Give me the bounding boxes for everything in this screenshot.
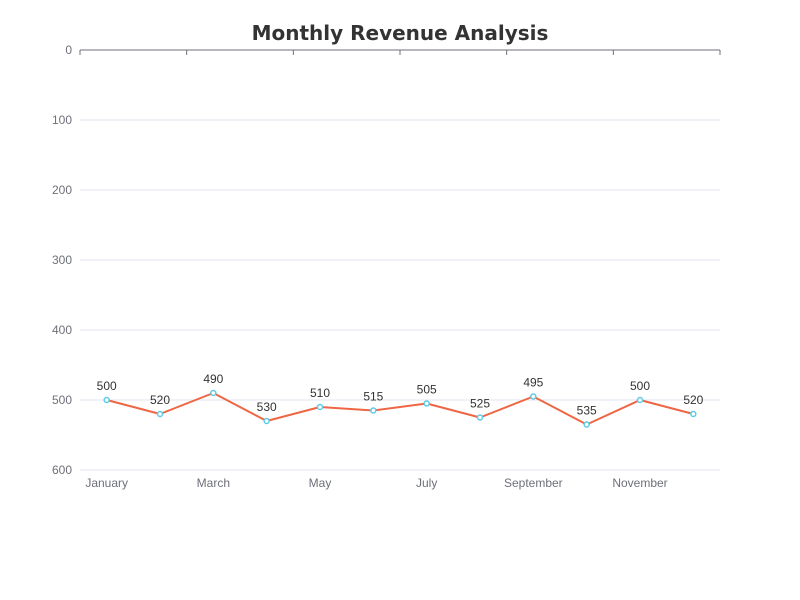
data-points xyxy=(103,389,697,428)
data-label: 495 xyxy=(523,376,543,390)
data-label: 490 xyxy=(203,372,223,386)
series-line xyxy=(106,392,694,426)
x-axis-ticks: January March May July September November xyxy=(85,476,667,490)
x-tick-label: May xyxy=(309,476,332,490)
line-chart: Monthly Revenue Analysis 0 100 200 300 400 50… xyxy=(52,21,721,490)
data-label: 520 xyxy=(150,393,170,407)
data-label: 500 xyxy=(630,379,650,393)
data-point xyxy=(476,414,484,421)
series-revenue xyxy=(106,392,694,426)
data-point xyxy=(263,417,270,425)
data-point xyxy=(583,421,590,428)
x-tick-label: March xyxy=(197,476,230,490)
y-tick-label: 100 xyxy=(52,113,72,127)
data-label: 510 xyxy=(310,386,330,400)
y-tick-label: 0 xyxy=(65,43,72,57)
x-tick-label: July xyxy=(416,476,437,490)
grid-lines xyxy=(80,119,720,471)
data-label: 505 xyxy=(417,383,437,397)
y-tick-label: 400 xyxy=(52,323,72,337)
y-tick-label: 600 xyxy=(52,463,72,477)
x-tick-label: January xyxy=(85,476,128,490)
data-label: 520 xyxy=(683,393,703,407)
data-point xyxy=(690,410,697,418)
data-point xyxy=(370,407,377,414)
data-label: 535 xyxy=(577,404,597,418)
x-tick-label: September xyxy=(504,476,563,490)
y-tick-label: 500 xyxy=(52,393,72,407)
data-label: 500 xyxy=(97,379,117,393)
x-axis-line xyxy=(79,49,721,55)
data-point xyxy=(316,403,324,411)
data-label: 515 xyxy=(363,390,383,404)
data-label: 530 xyxy=(257,400,277,414)
data-point xyxy=(156,410,164,418)
data-point xyxy=(530,393,537,400)
y-tick-label: 300 xyxy=(52,253,72,267)
data-point xyxy=(210,389,217,397)
x-tick-label: November xyxy=(612,476,667,490)
y-tick-label: 200 xyxy=(52,183,72,197)
data-point xyxy=(103,396,110,404)
data-labels: 500 520 490 530 510 515 505 525 495 535 500 520 xyxy=(97,372,704,418)
y-axis-ticks: 0 100 200 300 400 500 600 xyxy=(52,43,72,477)
data-label: 525 xyxy=(470,397,490,411)
data-point xyxy=(636,396,644,404)
chart-title: Monthly Revenue Analysis xyxy=(252,21,549,45)
data-point xyxy=(423,400,430,407)
